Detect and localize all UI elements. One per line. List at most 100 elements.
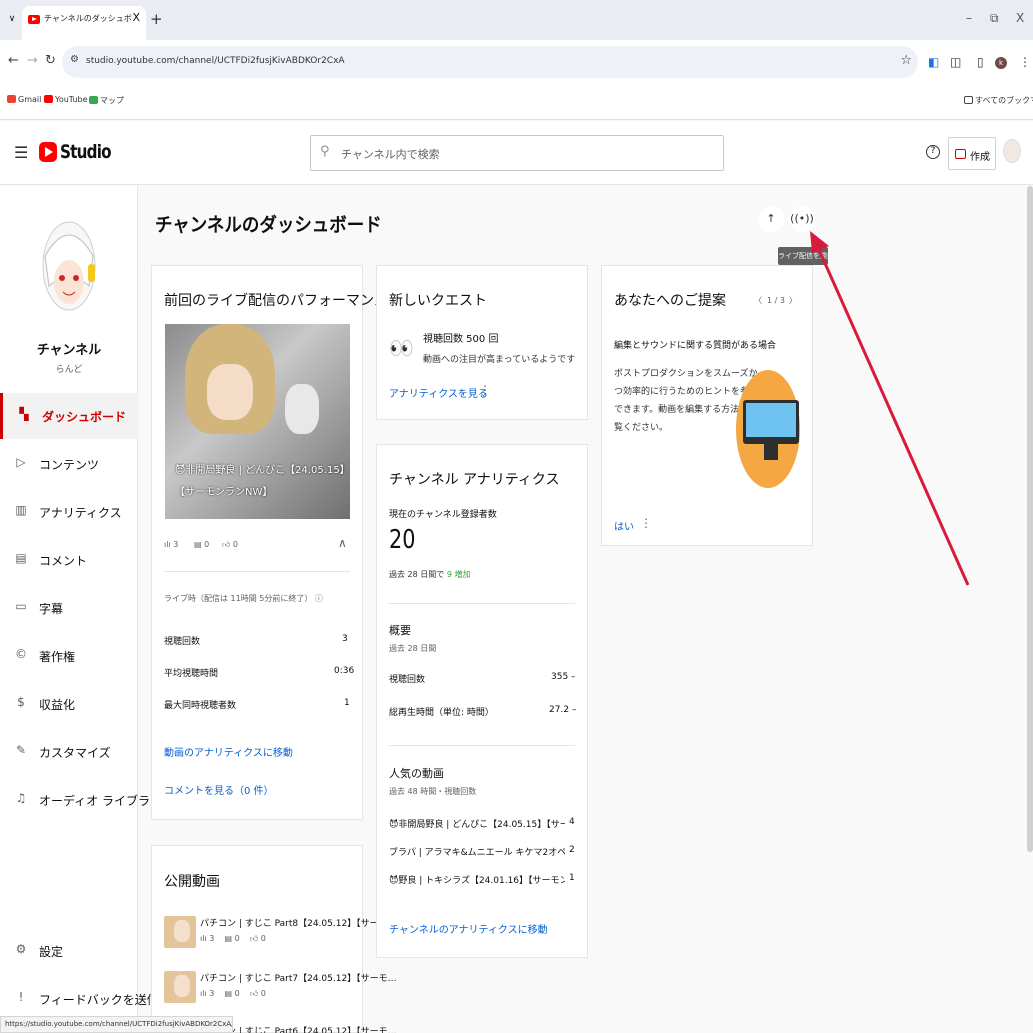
back-icon[interactable]: ← xyxy=(8,53,19,68)
likes-stat: 👍︎ 0 xyxy=(222,540,238,550)
customize-icon: ✎ xyxy=(15,743,27,757)
monitor-stand xyxy=(764,444,778,460)
bookmark-star-icon[interactable]: ☆ xyxy=(900,53,912,68)
video-thumbnail[interactable] xyxy=(164,916,196,948)
video-title[interactable]: パチコン | すじこ Part7【24.05.12】【サーモ… xyxy=(200,971,397,984)
views-stat: ılı 3 xyxy=(164,540,178,549)
menu-icon[interactable]: ☰ xyxy=(14,143,28,162)
new-tab-button[interactable]: + xyxy=(150,10,163,28)
all-bookmarks[interactable]: すべてのブックマーク xyxy=(964,95,1033,106)
bookmark-maps[interactable]: マップ xyxy=(89,95,124,106)
top-videos-period: 過去 48 時間・視聴回数 xyxy=(389,787,477,796)
bookmark-youtube[interactable]: YouTube xyxy=(44,95,88,104)
metric-label: 総再生時間（単位: 時間） xyxy=(389,708,494,718)
card-title: チャンネル アナリティクス xyxy=(389,472,560,488)
metric-label: 平均視聴時間 xyxy=(164,669,219,679)
tab-title: チャンネルのダッシュボード - YouTube xyxy=(44,14,132,23)
top-video-title[interactable]: 😈野良 | トキシラズ【24.01.16】【サーモンランNW… xyxy=(389,873,565,886)
search-input[interactable]: ⚲ チャンネル内で検索 xyxy=(310,135,724,171)
monitor-icon xyxy=(743,400,799,444)
more-options-icon[interactable]: ⋮ xyxy=(479,383,491,397)
tab-close-button[interactable]: X xyxy=(132,11,140,24)
upload-icon: ↑ xyxy=(766,212,776,225)
metric-value: 27.2 – xyxy=(549,705,577,715)
subtitles-icon: ▭ xyxy=(15,599,27,613)
card-title: 前回のライブ配信のパフォーマンス xyxy=(164,293,388,309)
youtube-favicon-icon xyxy=(28,15,40,24)
sidebar-item-settings[interactable]: ⚙ 設定 xyxy=(0,928,138,974)
collapse-chevron-icon[interactable]: ∧ xyxy=(338,536,347,550)
chrome-menu-icon[interactable]: ⋮ xyxy=(1019,55,1031,69)
live-thumbnail[interactable]: 😈非開局野良 | どんぴこ【24.05.15】【サーモンランNW】 xyxy=(165,324,350,519)
translate-icon[interactable]: ◧ xyxy=(928,55,939,69)
studio-logo-text[interactable]: Studio xyxy=(60,141,112,163)
suggestion-body-line: 覧ください。 xyxy=(614,423,669,433)
browser-tab[interactable]: チャンネルのダッシュボード - YouTube X xyxy=(22,6,146,40)
prev-chevron-icon[interactable]: 〈 xyxy=(754,295,762,306)
suggestion-yes-link[interactable]: はい xyxy=(614,518,634,533)
video-analytics-link[interactable]: 動画のアナリティクスに移動 xyxy=(164,744,293,759)
video-title[interactable]: パチコン | すじこ Part8【24.05.12】【サーモ… xyxy=(200,916,397,929)
maximize-button[interactable]: ⧉ xyxy=(990,11,999,26)
channel-avatar[interactable] xyxy=(41,216,97,328)
forward-icon[interactable]: → xyxy=(27,53,38,68)
sidebar-item-monetization[interactable]: $ 収益化 xyxy=(0,681,138,727)
account-avatar[interactable] xyxy=(1003,139,1021,163)
channel-analytics-link[interactable]: チャンネルのアナリティクスに移動 xyxy=(389,921,548,936)
youtube-logo-icon[interactable] xyxy=(39,142,57,162)
divider xyxy=(389,603,575,604)
tab-search-button[interactable]: ∨ xyxy=(4,9,20,29)
monetization-icon: $ xyxy=(17,695,25,709)
sidebar-item-customize[interactable]: ✎ カスタマイズ xyxy=(0,729,138,775)
sidebar-item-comments[interactable]: ▤ コメント xyxy=(0,537,138,583)
sidebar-item-dashboard[interactable]: ▚ ダッシュボード xyxy=(0,393,138,439)
top-video-title[interactable]: 😈非開局野良 | どんぴこ【24.05.15】【サーモンラン… xyxy=(389,817,565,830)
views-count: 3 xyxy=(209,934,215,943)
info-icon[interactable]: ⓘ xyxy=(315,594,323,603)
video-stats: ılı 3 ▤ 0 👍︎ 0 xyxy=(200,934,266,944)
minimize-button[interactable]: – xyxy=(966,11,972,25)
browser-tabstrip: ∨ チャンネルのダッシュボード - YouTube X + – ⧉ X xyxy=(0,0,1033,40)
video-stats: ılı 3 ▤ 0 👍︎ 0 xyxy=(200,989,266,999)
top-video-title[interactable]: ブラパ | アラマキ&ムニエール キケマ2オペ【24.05.11… xyxy=(389,845,565,858)
views-icon: ılı xyxy=(164,540,174,549)
sidebar-item-content[interactable]: ▷ コンテンツ xyxy=(0,441,138,487)
bookmark-gmail[interactable]: Gmail xyxy=(7,95,41,104)
bookmark-label: Gmail xyxy=(18,95,42,104)
sidebar-item-audio-library[interactable]: ♫ オーディオ ライブラリ xyxy=(0,777,162,823)
studio-header: ☰ Studio ⚲ チャンネル内で検索 ? 作成 xyxy=(0,121,1033,185)
status-bar-url: https://studio.youtube.com/channel/UCTFD… xyxy=(0,1016,233,1033)
create-button[interactable]: 作成 xyxy=(948,137,996,170)
side-panel-icon[interactable]: ▯ xyxy=(977,55,984,69)
sidebar-item-analytics[interactable]: ▥ アナリティクス xyxy=(0,489,138,535)
sidebar-item-copyright[interactable]: © 著作権 xyxy=(0,633,138,679)
subscribers-change: 過去 28 日間で 9 増加 xyxy=(389,569,470,580)
sidebar-item-subtitles[interactable]: ▭ 字幕 xyxy=(0,585,138,631)
video-thumbnail[interactable] xyxy=(164,971,196,1003)
help-icon[interactable]: ? xyxy=(926,145,940,159)
bookmark-label: マップ xyxy=(100,96,124,105)
metric-label: 視聴回数 xyxy=(164,637,201,647)
page-scrollbar[interactable] xyxy=(1027,186,1033,852)
go-live-button[interactable]: ((•)) xyxy=(789,206,815,232)
dashboard-icon: ▚ xyxy=(19,407,29,421)
sidebar-item-label: コメント xyxy=(39,554,88,568)
comments-count: 0 xyxy=(204,540,210,549)
reload-icon[interactable]: ↻ xyxy=(45,53,56,68)
close-window-button[interactable]: X xyxy=(1016,11,1024,25)
view-comments-link[interactable]: コメントを見る（0 件） xyxy=(164,782,274,797)
next-chevron-icon[interactable]: 〉 xyxy=(789,295,797,306)
sidebar-item-label: 収益化 xyxy=(39,698,76,712)
metric-label: 視聴回数 xyxy=(389,675,426,685)
more-options-icon[interactable]: ⋮ xyxy=(640,516,652,530)
profile-avatar[interactable]: k xyxy=(995,57,1007,69)
extensions-icon[interactable]: ◫ xyxy=(950,55,961,69)
comment-icon: ▤ xyxy=(194,540,205,549)
quest-analytics-link[interactable]: アナリティクスを見る xyxy=(389,385,488,400)
quest-headline: 視聴回数 500 回 xyxy=(423,334,499,345)
change-period: 過去 28 日間で xyxy=(389,570,447,579)
address-bar[interactable]: ⚙ studio.youtube.com/channel/UCTFDi2fusj… xyxy=(62,46,918,78)
site-info-icon[interactable]: ⚙ xyxy=(70,54,79,65)
upload-button[interactable]: ↑ xyxy=(758,206,784,232)
views-icon: ılı xyxy=(200,934,210,943)
